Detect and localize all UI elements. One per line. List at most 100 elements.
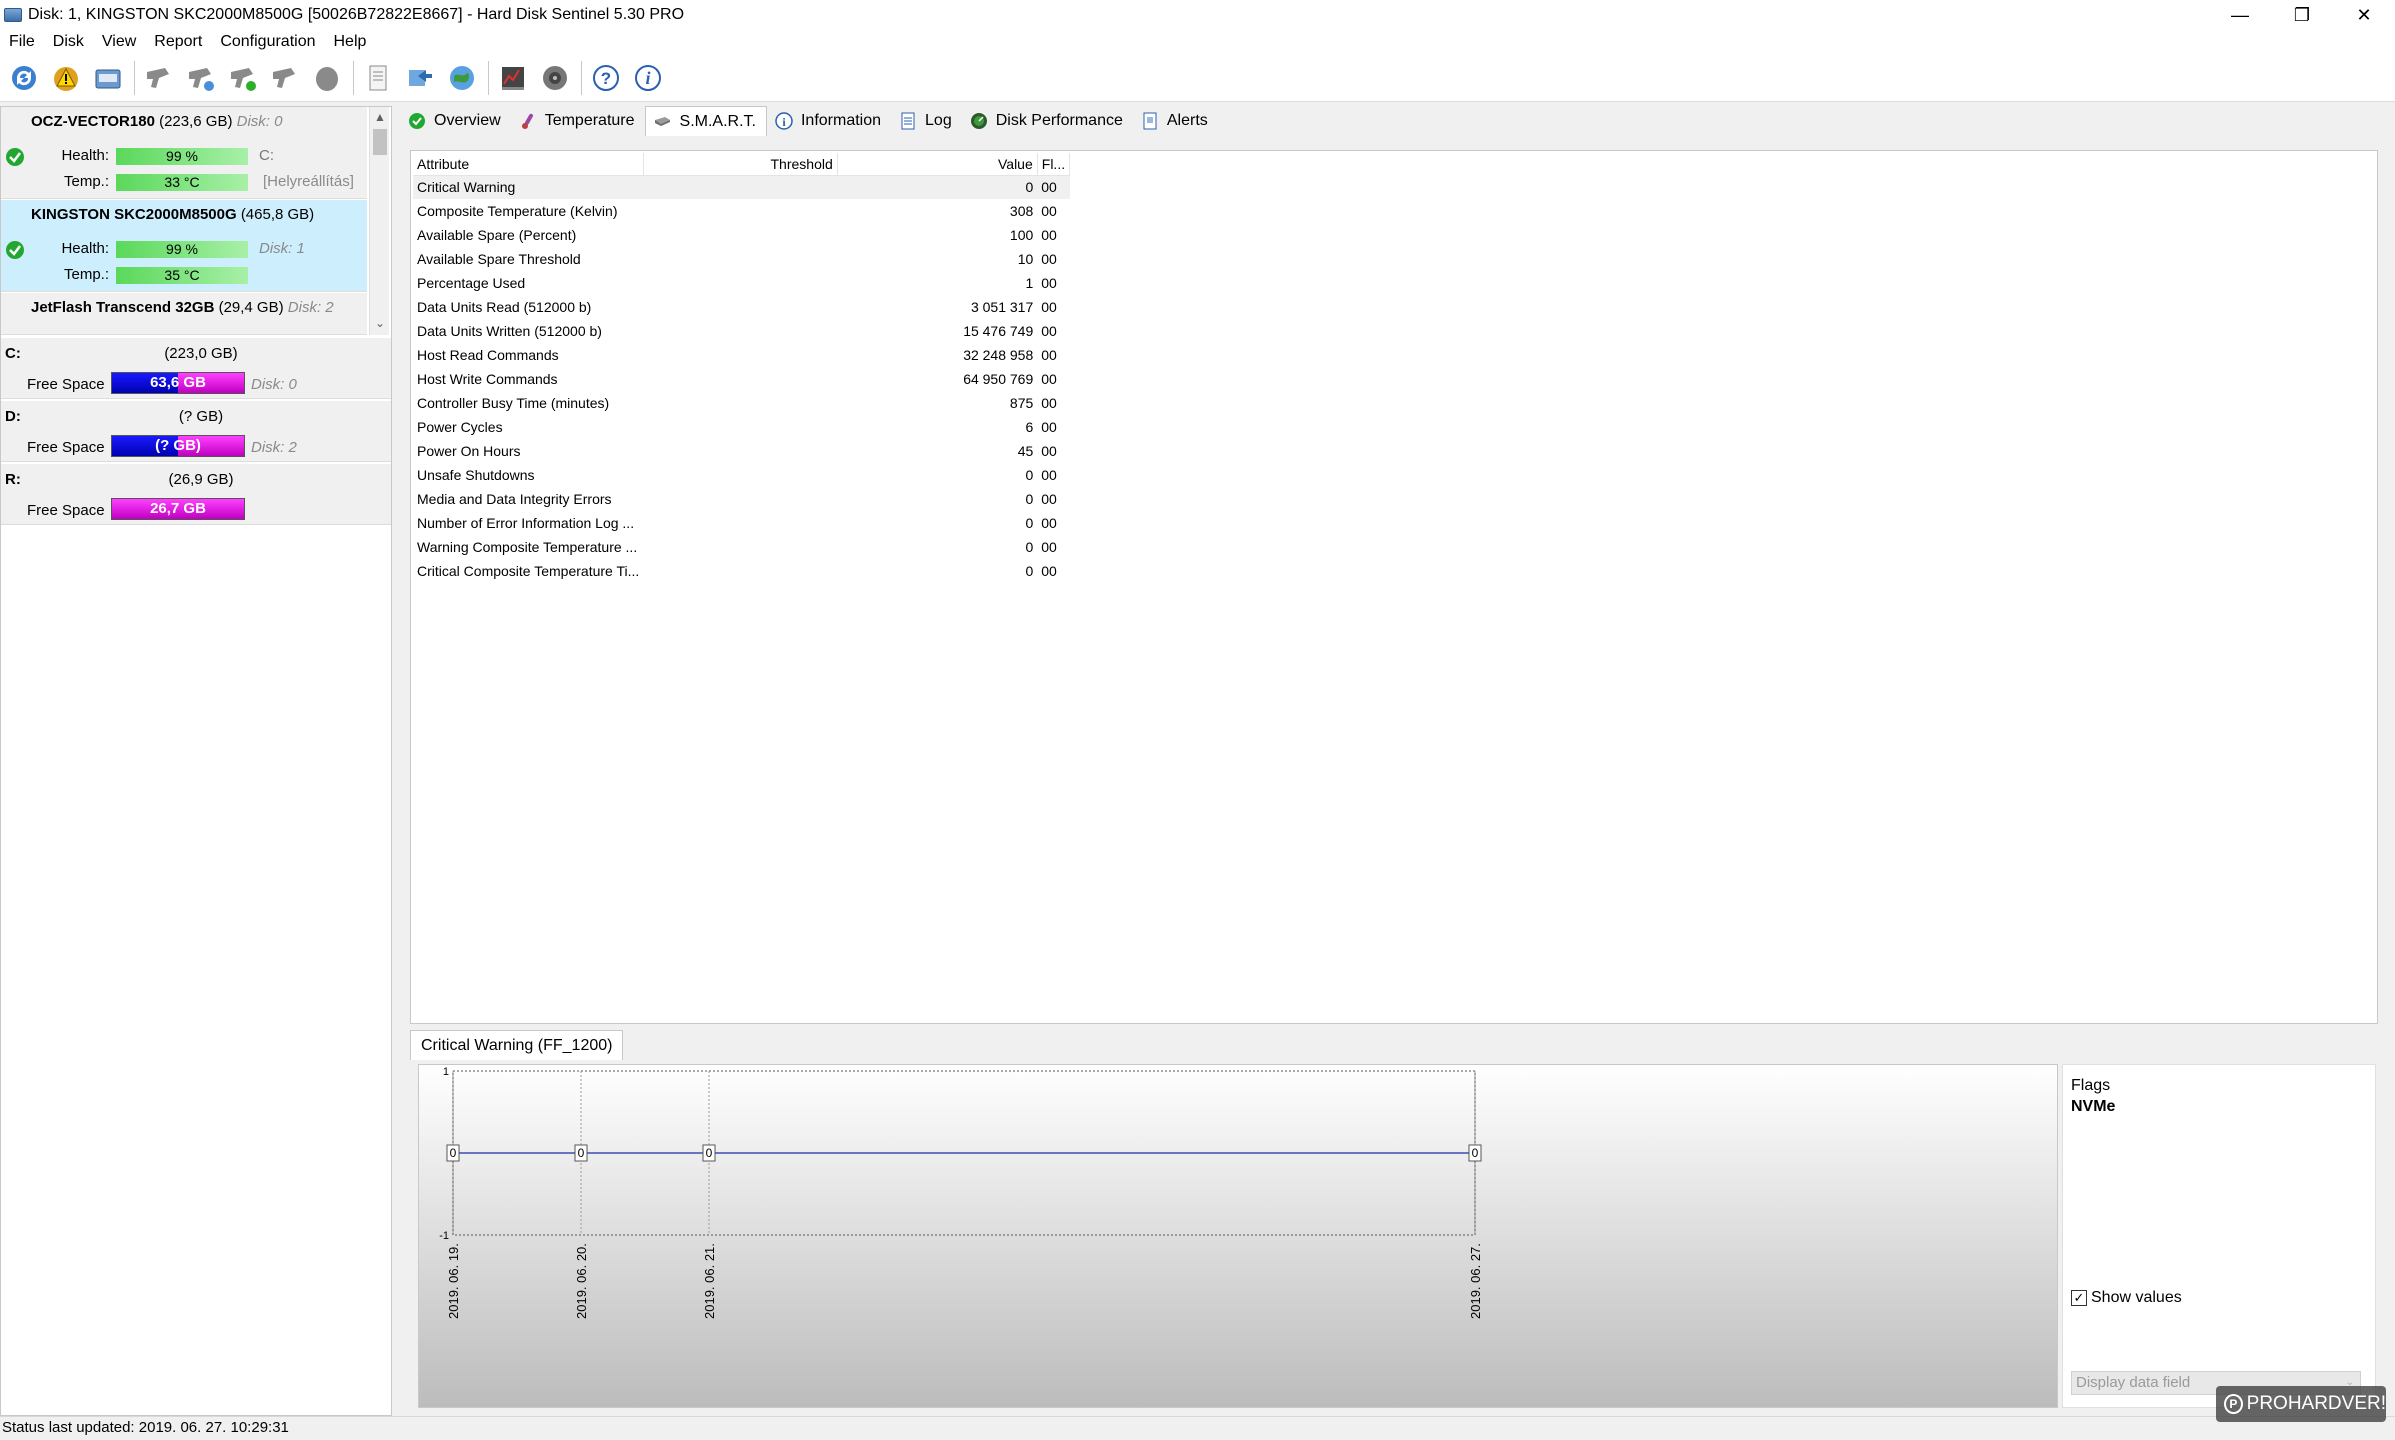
table-row[interactable]: Critical Warning 0 00 (413, 175, 1070, 199)
attribute-value: 45 (1017, 443, 1034, 459)
attribute-threshold (643, 487, 837, 511)
table-row[interactable]: Power Cycles 6 00 (413, 415, 1070, 439)
minimize-button[interactable]: — (2209, 0, 2271, 30)
attribute-value: 6 (1025, 419, 1034, 435)
table-row[interactable]: Critical Composite Temperature Ti... 0 00 (413, 559, 1070, 583)
disk-icon[interactable] (90, 60, 126, 96)
close-button[interactable]: ✕ (2333, 0, 2395, 30)
tab-disk-performance[interactable]: Disk Performance (962, 106, 1133, 136)
disk-partition-note: [Helyreállítás] (263, 173, 354, 190)
info-icon[interactable]: i (630, 60, 666, 96)
speaker-icon[interactable] (537, 60, 573, 96)
sensor-add-icon[interactable] (225, 60, 261, 96)
toolbar: ? i (0, 54, 2395, 102)
table-row[interactable]: Available Spare Threshold 10 00 (413, 247, 1070, 271)
graph-tab[interactable]: Critical Warning (FF_1200) (410, 1030, 624, 1060)
benchmark-icon[interactable] (495, 60, 531, 96)
disk-number: Disk: 0 (236, 113, 283, 130)
globe-icon[interactable] (444, 60, 480, 96)
table-row[interactable]: Power On Hours 45 00 (413, 439, 1070, 463)
attribute-threshold (643, 223, 837, 247)
table-row[interactable]: Warning Composite Temperature ... 0 00 (413, 535, 1070, 559)
tab-temperature[interactable]: Temperature (511, 106, 645, 136)
restore-button[interactable]: ❐ (2271, 0, 2333, 30)
attribute-value: 308 (1009, 203, 1034, 219)
volume-entry[interactable]: C: (223,0 GB) Free Space 63,6 GB Disk: 0 (1, 338, 391, 399)
menu-view[interactable]: View (93, 33, 145, 51)
table-row[interactable]: Percentage Used 1 00 (413, 271, 1070, 295)
tab-alerts[interactable]: Alerts (1133, 106, 1218, 136)
attribute-flags: 00 (1041, 443, 1057, 459)
volume-size: (223,0 GB) (164, 345, 238, 362)
column-threshold[interactable]: Threshold (643, 153, 838, 176)
table-row[interactable]: Number of Error Information Log ... 0 00 (413, 511, 1070, 535)
thermometer-icon (521, 113, 533, 129)
table-row[interactable]: Data Units Written (512000 b) 15 476 749 0… (413, 319, 1070, 343)
menu-file[interactable]: File (0, 33, 44, 51)
table-row[interactable]: Available Spare (Percent) 100 00 (413, 223, 1070, 247)
table-row[interactable]: Media and Data Integrity Errors 0 00 (413, 487, 1070, 511)
table-row[interactable]: Host Read Commands 32 248 958 00 (413, 343, 1070, 367)
table-row[interactable]: Host Write Commands 64 950 769 00 (413, 367, 1070, 391)
attribute-name: Number of Error Information Log ... (417, 515, 635, 531)
scroll-up-icon[interactable]: ▲ (370, 107, 390, 127)
attribute-name: Composite Temperature (Kelvin) (417, 203, 618, 219)
show-values-checkbox[interactable]: ✓ (2071, 1290, 2087, 1306)
menu-help[interactable]: Help (324, 33, 375, 51)
attribute-flags: 00 (1041, 347, 1057, 363)
tab-smart[interactable]: S.M.A.R.T. (644, 106, 767, 136)
table-row[interactable]: Controller Busy Time (minutes) 875 00 (413, 391, 1070, 415)
disk-number: Disk: 2 (287, 299, 334, 316)
report-icon[interactable] (360, 60, 396, 96)
table-row[interactable]: Data Units Read (512000 b) 3 051 317 00 (413, 295, 1070, 319)
sensor-icon[interactable] (141, 60, 177, 96)
table-row[interactable]: Composite Temperature (Kelvin) 308 00 (413, 199, 1070, 223)
menu-report[interactable]: Report (145, 33, 211, 51)
temp-value: 35 °C (164, 267, 200, 283)
data-label: 0 (578, 1146, 585, 1160)
sync-icon[interactable] (402, 60, 438, 96)
attribute-flags: 00 (1037, 175, 1070, 199)
free-space-bar: (? GB) (111, 435, 245, 457)
temp-bar: 35 °C (116, 267, 248, 284)
tab-label: S.M.A.R.T. (679, 112, 756, 130)
sensor-network-icon[interactable] (183, 60, 219, 96)
volume-letter: R: (5, 471, 21, 488)
attribute-value: 32 248 958 (963, 347, 1034, 363)
menu-configuration[interactable]: Configuration (211, 33, 324, 51)
column-attribute[interactable]: Attribute (413, 153, 644, 176)
attribute-flags: 00 (1041, 323, 1057, 339)
scroll-thumb[interactable] (373, 129, 387, 155)
tab-information[interactable]: i Information (767, 106, 891, 136)
graph-panel: Critical Warning (FF_1200) 1 -1 0 0 0 0 2019. … (410, 1028, 2378, 1412)
column-value[interactable]: Value (837, 153, 1038, 176)
attribute-threshold (643, 535, 837, 559)
info-icon: i (775, 112, 793, 130)
alerts-icon (1143, 112, 1157, 130)
volume-entry[interactable]: R: (26,9 GB) Free Space 26,7 GB (1, 464, 391, 525)
help-icon[interactable]: ? (588, 60, 624, 96)
health-label: Health: (61, 147, 109, 164)
sensor-remove-icon[interactable] (267, 60, 303, 96)
show-values-toggle[interactable]: ✓ Show values (2071, 1289, 2182, 1307)
refresh-icon[interactable] (6, 60, 42, 96)
disk-list-scrollbar[interactable]: ▲ ⌄ (369, 107, 389, 335)
toolbar-separator (488, 60, 489, 95)
table-row[interactable]: Unsafe Shutdowns 0 00 (413, 463, 1070, 487)
scroll-down-icon[interactable]: ⌄ (370, 313, 390, 333)
disk-size: (29,4 GB) (218, 299, 284, 316)
attribute-name: Host Read Commands (417, 347, 559, 363)
disk-entry[interactable]: OCZ-VECTOR180 (223,6 GB) Disk: 0 Health:… (1, 107, 367, 199)
volume-entry[interactable]: D: (? GB) Free Space (? GB) Disk: 2 (1, 401, 391, 462)
blob-icon[interactable] (309, 60, 345, 96)
menu-disk[interactable]: Disk (44, 33, 93, 51)
tab-overview[interactable]: Overview (400, 106, 511, 136)
attribute-flags: 00 (1041, 539, 1057, 555)
free-space-value: 26,7 GB (150, 500, 206, 517)
column-flags[interactable]: Fl... (1037, 153, 1071, 176)
tab-label: Disk Performance (995, 112, 1123, 129)
disk-entry[interactable]: JetFlash Transcend 32GB (29,4 GB) Disk: … (1, 293, 367, 335)
disk-entry-selected[interactable]: KINGSTON SKC2000M8500G (465,8 GB) Health… (1, 200, 367, 292)
warning-icon[interactable] (48, 60, 84, 96)
tab-log[interactable]: Log (891, 106, 962, 136)
